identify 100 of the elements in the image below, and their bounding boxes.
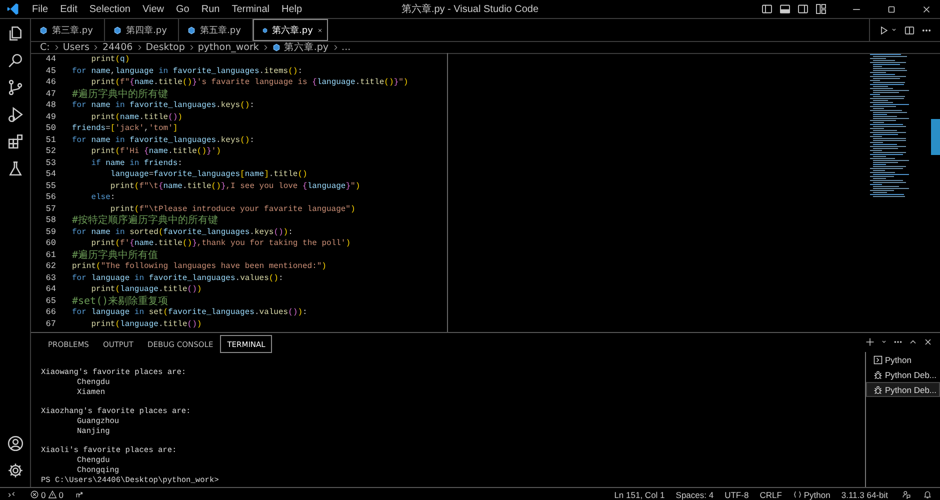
line-number: 64 — [44, 284, 57, 296]
line-number: 53 — [44, 158, 57, 169]
code-line: print("The following languages have been mentioned:") — [72, 261, 326, 272]
chevron-icon — [136, 44, 143, 50]
bug-icon — [873, 370, 883, 380]
notifications-icon[interactable] — [923, 490, 932, 499]
feedback-icon[interactable] — [902, 490, 911, 499]
chevron-icon — [332, 44, 339, 50]
source-control-icon[interactable] — [6, 79, 24, 96]
new-terminal-icon[interactable] — [865, 337, 875, 347]
status-item[interactable]: 3.11.3 64-bit — [841, 490, 888, 500]
toggle-secondary-sidebar-icon[interactable] — [797, 3, 809, 15]
code-line: print(f'Hi {name.title()}') — [90, 146, 221, 158]
ports-icon[interactable] — [75, 490, 84, 499]
terminal-icon — [873, 354, 883, 364]
toggle-panel-icon[interactable] — [779, 3, 791, 15]
breadcrumb-item[interactable]: C: — [40, 42, 50, 52]
code-line: #遍历字典中的所有键 — [72, 88, 168, 100]
line-number: 50 — [44, 123, 57, 134]
customize-layout-icon[interactable] — [815, 3, 827, 15]
line-number: 52 — [44, 146, 57, 158]
code-line: for name in favorite_languages.keys(): — [72, 100, 254, 112]
menu-item[interactable]: Go — [170, 4, 196, 14]
breadcrumb-item[interactable]: 第六章.py — [272, 40, 329, 54]
line-number: 57 — [44, 204, 57, 215]
close-icon[interactable] — [923, 337, 933, 347]
account-icon[interactable] — [6, 435, 24, 452]
chevron-icon — [92, 44, 100, 50]
code-line: for language in set(favorite_languages.values()): — [72, 307, 308, 318]
python-file-icon — [39, 26, 48, 34]
code-line: friends=['jack','tom'] — [72, 123, 178, 134]
editor-tab[interactable]: 第六章.py — [253, 19, 328, 41]
error-icon — [30, 490, 39, 499]
line-number: 47 — [44, 88, 57, 100]
chevron-icon — [52, 44, 60, 50]
code-line: print(language.title()) — [90, 318, 202, 330]
close-icon[interactable] — [921, 4, 932, 14]
menu-item[interactable]: Terminal — [226, 4, 276, 14]
run-icon[interactable] — [878, 24, 889, 36]
code-line: language=favorite_languages[name].title() — [109, 169, 308, 180]
flask-icon[interactable] — [6, 160, 24, 177]
line-number: 66 — [44, 307, 57, 318]
code-line: print(language.title()) — [90, 284, 202, 296]
terminal-list-item[interactable]: Python Deb... — [866, 382, 940, 397]
breadcrumb-item[interactable]: Users — [62, 42, 90, 52]
code-line: for name,language in favorite_languages.items(): — [72, 66, 303, 77]
menu-item[interactable]: Help — [276, 4, 308, 14]
settings-icon[interactable] — [6, 462, 24, 479]
chevron-icon — [188, 44, 195, 50]
restore-icon[interactable] — [886, 4, 897, 14]
status-item[interactable]: Ln 151, Col 1 — [614, 490, 665, 500]
bug-icon — [873, 384, 883, 394]
code-line: print(f"\tPlease introduce your favarite language") — [109, 204, 356, 214]
search-icon[interactable] — [6, 52, 24, 69]
line-number: 60 — [44, 238, 57, 250]
python-file-icon — [187, 26, 196, 34]
braces-icon — [792, 490, 802, 499]
status-item[interactable]: CRLF — [760, 490, 782, 500]
menu-item[interactable]: File — [26, 4, 54, 14]
line-number: 59 — [44, 226, 57, 238]
vscode-logo-icon — [6, 2, 20, 16]
python-file-icon — [113, 26, 122, 34]
line-number: 61 — [44, 250, 57, 261]
toggle-sidebar-icon[interactable] — [761, 3, 773, 15]
code-line: for name in favorite_languages.keys(): — [72, 134, 254, 146]
breadcrumb-item[interactable]: Desktop — [146, 42, 185, 52]
run-debug-icon[interactable] — [6, 106, 24, 123]
remote-icon[interactable] — [7, 490, 16, 499]
line-number: 44 — [44, 54, 57, 66]
line-number: 63 — [44, 272, 57, 284]
menu-item[interactable]: Selection — [83, 4, 136, 14]
chevron-icon — [262, 44, 269, 50]
line-number: 55 — [44, 180, 57, 192]
line-number: 54 — [44, 169, 57, 180]
breadcrumb-item[interactable]: 24406 — [102, 42, 133, 52]
status-item[interactable]: Spaces: 4 — [676, 490, 714, 500]
line-number: 58 — [44, 215, 57, 226]
code-line: for name in sorted(favorite_languages.keys()): — [72, 226, 293, 238]
breadcrumb-item[interactable]: python_work — [198, 42, 259, 52]
explorer-icon[interactable] — [6, 25, 24, 42]
scrollbar-thumb[interactable] — [931, 119, 940, 155]
split-editor-icon[interactable] — [904, 24, 915, 36]
terminal-list-item[interactable]: Python Deb... — [866, 367, 940, 382]
code-line: else: — [90, 192, 116, 204]
window-title: 第六章.py - Visual Studio Code — [401, 4, 539, 15]
warning-count[interactable]: 0 — [58, 490, 64, 500]
status-item[interactable]: UTF-8 — [724, 490, 749, 500]
code-line: print(f'{name.title()},thank you for taking the poll') — [90, 238, 351, 250]
code-line: #按特定顺序遍历字典中的所有键 — [72, 215, 218, 226]
menu-item[interactable]: View — [136, 4, 170, 14]
extensions-icon[interactable] — [6, 133, 24, 150]
code-line: print(f"{name.title()}'s favarite language is {language.title()}") — [90, 77, 408, 88]
breadcrumb-item[interactable]: ... — [342, 42, 351, 52]
menu-item[interactable]: Edit — [54, 4, 84, 14]
terminal-list-item[interactable]: Python — [866, 352, 940, 367]
menu-item[interactable]: Run — [195, 4, 226, 14]
error-count[interactable]: 0 — [41, 490, 46, 500]
language-mode[interactable]: Python — [792, 490, 830, 500]
line-number: 62 — [44, 261, 57, 272]
code-line: #set()来剔除重复项 — [72, 296, 168, 307]
